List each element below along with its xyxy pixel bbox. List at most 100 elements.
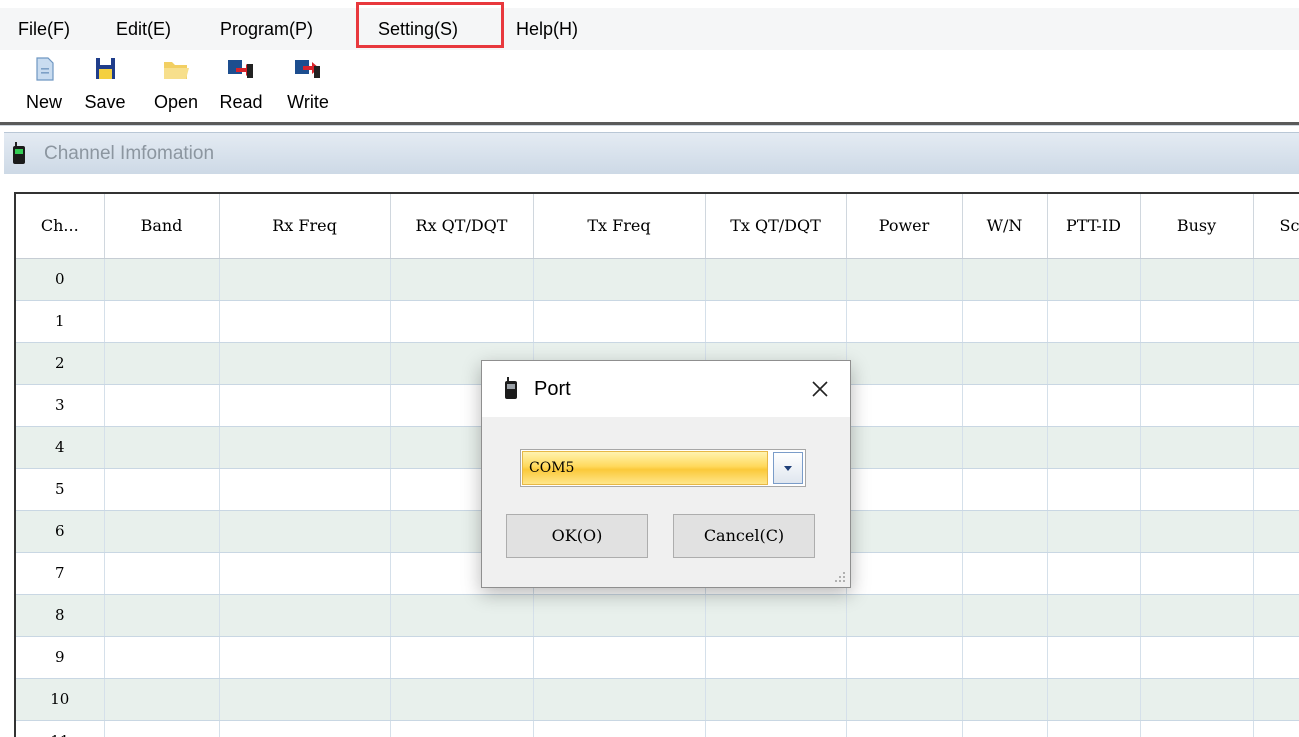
table-cell[interactable] bbox=[1140, 510, 1254, 553]
table-cell[interactable] bbox=[962, 468, 1048, 511]
channel-number-cell[interactable]: 9 bbox=[16, 636, 105, 679]
table-cell[interactable] bbox=[962, 594, 1048, 637]
table-cell[interactable] bbox=[705, 300, 847, 343]
table-cell[interactable] bbox=[1047, 552, 1141, 595]
channel-number-cell[interactable]: 0 bbox=[16, 258, 105, 301]
table-cell[interactable] bbox=[104, 300, 220, 343]
col-header-tx-qt-dqt[interactable]: Tx QT/DQT bbox=[705, 194, 847, 259]
table-cell[interactable] bbox=[219, 258, 391, 301]
table-cell[interactable] bbox=[533, 300, 706, 343]
table-cell[interactable] bbox=[1047, 510, 1141, 553]
table-cell[interactable] bbox=[1047, 384, 1141, 427]
table-cell[interactable] bbox=[104, 384, 220, 427]
table-cell[interactable] bbox=[219, 720, 391, 737]
table-cell[interactable] bbox=[104, 342, 220, 385]
table-row[interactable]: 8 bbox=[16, 594, 1299, 637]
table-cell[interactable] bbox=[962, 510, 1048, 553]
table-cell[interactable] bbox=[846, 510, 963, 553]
table-cell[interactable] bbox=[1047, 678, 1141, 721]
table-cell[interactable] bbox=[390, 258, 534, 301]
channel-number-cell[interactable]: 6 bbox=[16, 510, 105, 553]
channel-number-cell[interactable]: 8 bbox=[16, 594, 105, 637]
channel-number-cell[interactable]: 11 bbox=[16, 720, 105, 737]
table-cell[interactable] bbox=[104, 258, 220, 301]
table-cell[interactable] bbox=[1047, 342, 1141, 385]
table-cell[interactable] bbox=[1140, 342, 1254, 385]
table-cell[interactable] bbox=[705, 720, 847, 737]
table-cell[interactable] bbox=[533, 636, 706, 679]
table-cell[interactable] bbox=[1253, 678, 1299, 721]
close-icon[interactable] bbox=[808, 377, 832, 401]
write-button[interactable]: Write bbox=[280, 54, 336, 118]
col-header-tx-freq[interactable]: Tx Freq bbox=[533, 194, 706, 259]
col-header-rx-qt-dqt[interactable]: Rx QT/DQT bbox=[390, 194, 534, 259]
col-header-power[interactable]: Power bbox=[846, 194, 963, 259]
table-cell[interactable] bbox=[846, 384, 963, 427]
table-cell[interactable] bbox=[1140, 720, 1254, 737]
table-cell[interactable] bbox=[104, 468, 220, 511]
menu-file[interactable]: File(F) bbox=[14, 8, 74, 50]
table-cell[interactable] bbox=[219, 678, 391, 721]
table-cell[interactable] bbox=[1047, 426, 1141, 469]
cancel-button[interactable]: Cancel(C) bbox=[673, 514, 815, 558]
table-cell[interactable] bbox=[962, 426, 1048, 469]
table-cell[interactable] bbox=[219, 384, 391, 427]
read-button[interactable]: Read bbox=[214, 54, 268, 118]
table-cell[interactable] bbox=[1253, 258, 1299, 301]
table-cell[interactable] bbox=[846, 258, 963, 301]
table-cell[interactable] bbox=[219, 426, 391, 469]
table-cell[interactable] bbox=[1253, 300, 1299, 343]
table-cell[interactable] bbox=[962, 300, 1048, 343]
table-cell[interactable] bbox=[1047, 720, 1141, 737]
col-header-wn[interactable]: W/N bbox=[962, 194, 1048, 259]
table-cell[interactable] bbox=[1140, 300, 1254, 343]
table-row[interactable]: 9 bbox=[16, 636, 1299, 679]
table-cell[interactable] bbox=[962, 678, 1048, 721]
port-dropdown-button[interactable] bbox=[773, 452, 803, 484]
channel-number-cell[interactable]: 2 bbox=[16, 342, 105, 385]
table-cell[interactable] bbox=[1140, 594, 1254, 637]
table-cell[interactable] bbox=[390, 678, 534, 721]
table-cell[interactable] bbox=[846, 594, 963, 637]
ok-button[interactable]: OK(O) bbox=[506, 514, 648, 558]
table-cell[interactable] bbox=[1047, 258, 1141, 301]
table-cell[interactable] bbox=[1047, 300, 1141, 343]
table-cell[interactable] bbox=[390, 636, 534, 679]
table-cell[interactable] bbox=[962, 258, 1048, 301]
col-header-busy[interactable]: Busy bbox=[1140, 194, 1254, 259]
col-header-ptt-id[interactable]: PTT-ID bbox=[1047, 194, 1141, 259]
table-cell[interactable] bbox=[962, 720, 1048, 737]
open-button[interactable]: Open bbox=[148, 54, 204, 118]
resize-grip-icon[interactable] bbox=[834, 571, 846, 583]
table-cell[interactable] bbox=[1047, 594, 1141, 637]
table-cell[interactable] bbox=[1253, 510, 1299, 553]
table-cell[interactable] bbox=[705, 636, 847, 679]
table-cell[interactable] bbox=[533, 258, 706, 301]
new-button[interactable]: New bbox=[20, 54, 68, 118]
save-button[interactable]: Save bbox=[80, 54, 130, 118]
table-cell[interactable] bbox=[390, 594, 534, 637]
table-cell[interactable] bbox=[104, 636, 220, 679]
table-row[interactable]: 11 bbox=[16, 720, 1299, 737]
table-cell[interactable] bbox=[533, 594, 706, 637]
table-row[interactable]: 10 bbox=[16, 678, 1299, 721]
col-header-scan[interactable]: Sc bbox=[1253, 194, 1299, 259]
table-cell[interactable] bbox=[1140, 384, 1254, 427]
table-cell[interactable] bbox=[1047, 468, 1141, 511]
port-select[interactable]: COM5 bbox=[520, 449, 806, 487]
table-cell[interactable] bbox=[705, 678, 847, 721]
table-cell[interactable] bbox=[104, 720, 220, 737]
table-cell[interactable] bbox=[1140, 678, 1254, 721]
table-cell[interactable] bbox=[846, 342, 963, 385]
table-cell[interactable] bbox=[219, 468, 391, 511]
table-cell[interactable] bbox=[846, 468, 963, 511]
channel-number-cell[interactable]: 4 bbox=[16, 426, 105, 469]
menu-help[interactable]: Help(H) bbox=[512, 8, 582, 50]
table-cell[interactable] bbox=[219, 552, 391, 595]
table-cell[interactable] bbox=[390, 720, 534, 737]
channel-number-cell[interactable]: 10 bbox=[16, 678, 105, 721]
table-cell[interactable] bbox=[846, 552, 963, 595]
table-cell[interactable] bbox=[219, 300, 391, 343]
menu-setting[interactable]: Setting(S) bbox=[374, 8, 462, 50]
table-cell[interactable] bbox=[533, 678, 706, 721]
